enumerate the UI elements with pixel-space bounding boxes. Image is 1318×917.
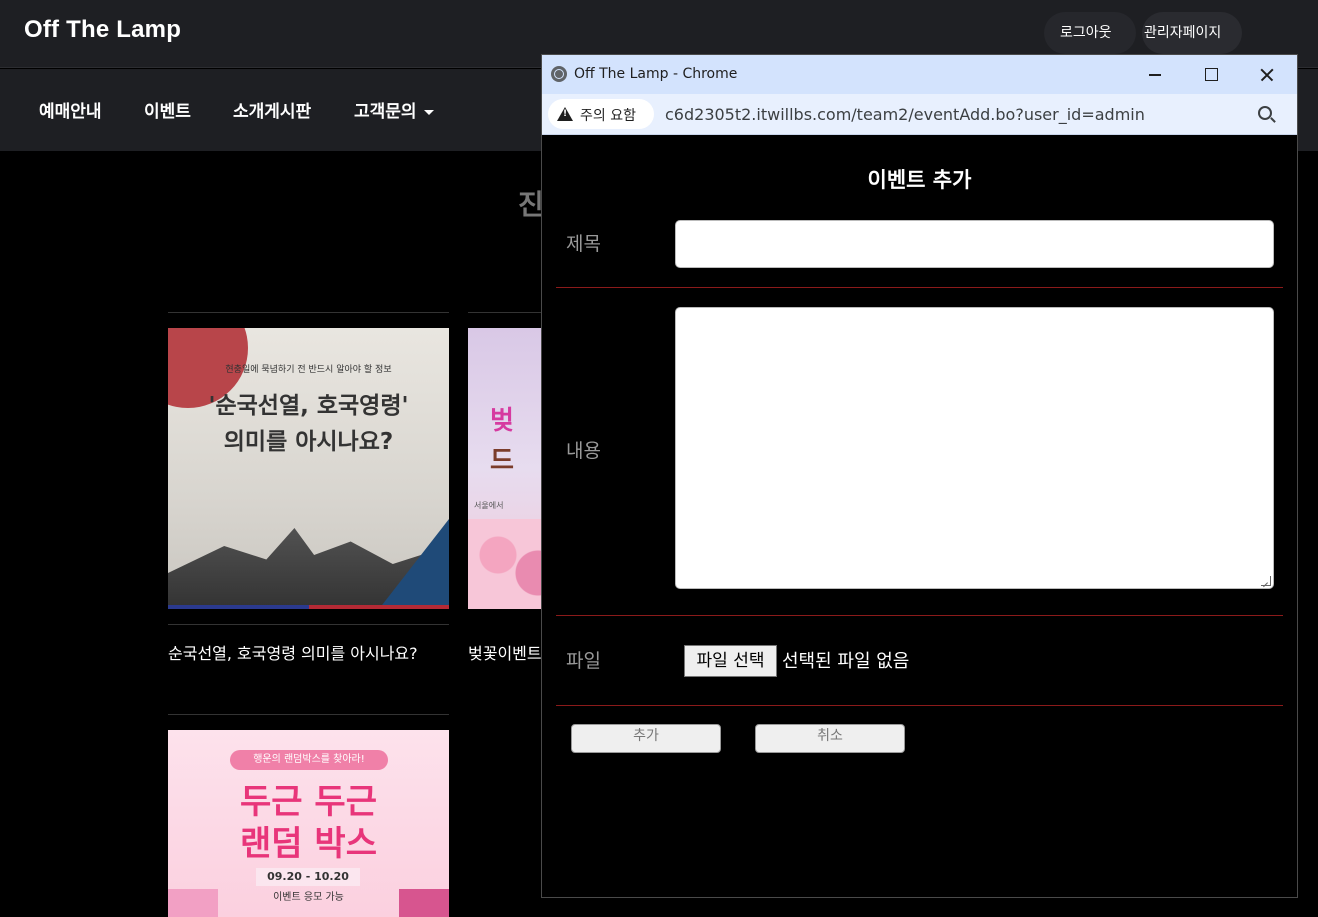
logout-button[interactable]: 로그아웃 xyxy=(1044,12,1136,54)
file-choose-button[interactable]: 파일 선택 xyxy=(684,645,777,677)
gift-box-icon xyxy=(168,889,218,917)
nav-item-event[interactable]: 이벤트 xyxy=(144,97,191,122)
decorative-stripe xyxy=(168,605,309,609)
title-label: 제목 xyxy=(566,233,601,255)
add-button[interactable]: 추가 xyxy=(571,724,721,753)
title-input[interactable] xyxy=(675,220,1274,268)
resize-handle-icon[interactable] xyxy=(1261,576,1271,586)
event-add-form: 이벤트 추가 제목 내용 파일 파일 선택 선택된 파일 없음 추가 취소 xyxy=(542,136,1297,897)
security-warning-chip[interactable]: 주의 요함 xyxy=(548,99,654,129)
decorative-stripe xyxy=(308,605,449,609)
nav-item-support[interactable]: 고객문의 xyxy=(354,97,434,122)
card-divider xyxy=(168,624,449,625)
image-headline: '순국선열, 호국영령' xyxy=(208,393,409,419)
event-card-image[interactable]: 현충일에 묵념하기 전 반드시 알아야 할 정보 '순국선열, 호국영령' 의미… xyxy=(168,328,449,609)
row-divider xyxy=(556,287,1283,288)
row-divider xyxy=(556,705,1283,706)
image-text: 벚 xyxy=(490,406,514,436)
image-subtitle: 현충일에 묵념하기 전 반드시 알아야 할 정보 xyxy=(225,365,392,375)
minimize-button[interactable] xyxy=(1127,55,1183,94)
nav-item-intro-board[interactable]: 소개게시판 xyxy=(233,97,311,122)
event-card-title[interactable]: 순국선열, 호국영령 의미를 아시나요? xyxy=(168,640,418,664)
globe-icon xyxy=(551,66,567,82)
image-text: 행운의 랜덤박스를 찾아라! xyxy=(230,750,388,770)
event-card-title[interactable]: 벚꽃이벤트 xyxy=(468,640,541,664)
image-headline: 랜덤 박스 xyxy=(240,824,377,864)
close-button[interactable] xyxy=(1239,55,1295,94)
image-headline: 의미를 아시나요? xyxy=(223,429,394,455)
warning-label: 주의 요함 xyxy=(580,108,636,124)
gift-box-icon xyxy=(399,889,449,917)
nav-item-support-label: 고객문의 xyxy=(354,102,417,122)
warning-icon xyxy=(557,107,573,121)
window-title: Off The Lamp - Chrome xyxy=(574,66,738,82)
card-divider xyxy=(168,714,449,715)
content-label: 내용 xyxy=(566,440,601,462)
image-text: 드 xyxy=(490,446,514,476)
popup-window: Off The Lamp - Chrome 주의 요함 c6d2305t2.it… xyxy=(541,54,1298,898)
form-heading: 이벤트 추가 xyxy=(867,168,972,192)
image-text: 서울에서 xyxy=(474,501,504,510)
cancel-button[interactable]: 취소 xyxy=(755,724,905,753)
nav-item-booking[interactable]: 예매안내 xyxy=(39,97,102,122)
card-divider xyxy=(468,312,541,313)
file-label: 파일 xyxy=(566,650,601,672)
image-date: 09.20 - 10.20 xyxy=(256,868,360,886)
zoom-icon[interactable] xyxy=(1258,106,1272,120)
content-textarea[interactable] xyxy=(675,307,1274,589)
row-divider xyxy=(556,615,1283,616)
admin-page-button[interactable]: 관리자페이지 xyxy=(1142,12,1242,54)
caret-down-icon xyxy=(423,109,434,115)
event-card-image[interactable]: 행운의 랜덤박스를 찾아라! 두근 두근 랜덤 박스 09.20 - 10.20… xyxy=(168,730,449,917)
address-bar: 주의 요함 c6d2305t2.itwillbs.com/team2/event… xyxy=(542,94,1297,135)
page-title: 진 xyxy=(518,188,544,221)
file-status-text: 선택된 파일 없음 xyxy=(782,651,910,672)
window-titlebar[interactable]: Off The Lamp - Chrome xyxy=(542,55,1297,94)
url-text[interactable]: c6d2305t2.itwillbs.com/team2/eventAdd.bo… xyxy=(665,105,1145,124)
card-divider xyxy=(168,312,449,313)
maximize-button[interactable] xyxy=(1183,55,1239,94)
site-logo[interactable]: Off The Lamp xyxy=(24,16,181,44)
